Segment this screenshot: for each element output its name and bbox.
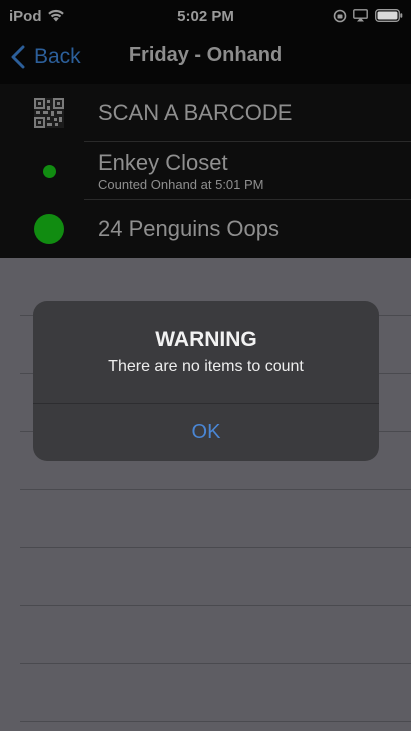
airplay-icon xyxy=(353,9,368,22)
list-item-label: Enkey Closet xyxy=(98,150,228,175)
orientation-lock-icon xyxy=(333,9,347,23)
battery-icon xyxy=(375,9,403,22)
list-item-subtitle: Counted Onhand at 5:01 PM xyxy=(98,177,264,192)
warning-alert: WARNING There are no items to count OK xyxy=(33,301,379,461)
ok-button[interactable]: OK xyxy=(33,404,379,461)
status-dot-small-icon xyxy=(42,164,56,178)
location-list: SCAN A BARCODE Enkey Closet Counted Onha… xyxy=(0,84,411,258)
alert-title: WARNING xyxy=(155,328,257,351)
status-dot-large-icon xyxy=(34,214,64,244)
list-item-label: 24 Penguins Oops xyxy=(98,216,280,241)
page-title: Friday - Onhand xyxy=(128,44,283,66)
scan-barcode-label: SCAN A BARCODE xyxy=(98,100,293,125)
row-divider xyxy=(20,605,411,606)
row-divider xyxy=(20,663,411,664)
qr-code-icon xyxy=(34,98,64,128)
list-item[interactable]: Enkey Closet Counted Onhand at 5:01 PM xyxy=(0,142,411,200)
scan-barcode-row[interactable]: SCAN A BARCODE xyxy=(0,84,411,142)
status-bar: iPod 5:02 PM xyxy=(0,0,411,32)
navigation-bar: Back Friday - Onhand xyxy=(0,32,411,84)
row-divider xyxy=(20,547,411,548)
alert-message: There are no items to count xyxy=(108,358,304,375)
row-divider xyxy=(20,489,411,490)
list-item[interactable]: 24 Penguins Oops xyxy=(0,200,411,258)
row-divider xyxy=(20,721,411,722)
clock: 5:02 PM xyxy=(177,8,234,25)
